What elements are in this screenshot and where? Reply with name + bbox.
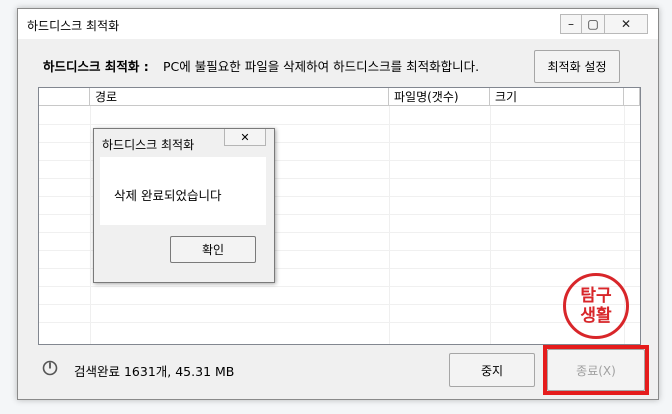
grid-line bbox=[39, 124, 640, 125]
stop-button[interactable]: 중지 bbox=[449, 353, 535, 387]
exit-button[interactable]: 종료(X) bbox=[547, 349, 645, 391]
close-window-button[interactable]: ✕ bbox=[604, 14, 648, 34]
column-header-size[interactable]: 크기 bbox=[490, 88, 624, 106]
close-icon: ✕ bbox=[240, 130, 250, 144]
dialog-body: 삭제 완료되었습니다 bbox=[100, 157, 266, 225]
stamp-line-2: 생활 bbox=[580, 306, 612, 326]
watermark-stamp: 탐구 생활 bbox=[563, 273, 629, 339]
maximize-icon: ▢ bbox=[587, 17, 599, 31]
header-description: PC에 불필요한 파일을 삭제하여 하드디스크를 최적화합니다. bbox=[163, 59, 480, 74]
dialog-message: 삭제 완료되었습니다 bbox=[114, 188, 222, 203]
grid-line bbox=[39, 304, 640, 305]
window-title: 하드디스크 최적화 bbox=[27, 19, 120, 33]
header-title: 하드디스크 최적화 : bbox=[43, 59, 149, 74]
close-icon: ✕ bbox=[620, 17, 632, 31]
ok-button[interactable]: 확인 bbox=[170, 236, 256, 263]
column-header-path[interactable]: 경로 bbox=[90, 88, 389, 106]
minimize-button[interactable]: – bbox=[560, 14, 582, 34]
dialog-title: 하드디스크 최적화 bbox=[102, 138, 195, 152]
column-header-blank[interactable] bbox=[39, 88, 90, 106]
completion-dialog: 하드디스크 최적화 ✕ 삭제 완료되었습니다 확인 bbox=[93, 128, 275, 283]
dialog-close-button[interactable]: ✕ bbox=[224, 129, 266, 146]
column-header-filename[interactable]: 파일명(갯수) bbox=[389, 88, 490, 106]
stamp-line-1: 탐구 bbox=[580, 286, 612, 306]
optimize-settings-button[interactable]: 최적화 설정 bbox=[534, 50, 620, 83]
grid-line bbox=[39, 322, 640, 323]
column-header-filler bbox=[624, 88, 640, 106]
power-icon bbox=[42, 360, 58, 376]
maximize-button[interactable]: ▢ bbox=[581, 14, 605, 34]
minimize-icon: – bbox=[568, 17, 574, 31]
grid-line bbox=[39, 286, 640, 287]
title-bar: 하드디스크 최적화 – ▢ ✕ bbox=[18, 9, 658, 39]
status-text: 검색완료 1631개, 45.31 MB bbox=[74, 364, 235, 379]
